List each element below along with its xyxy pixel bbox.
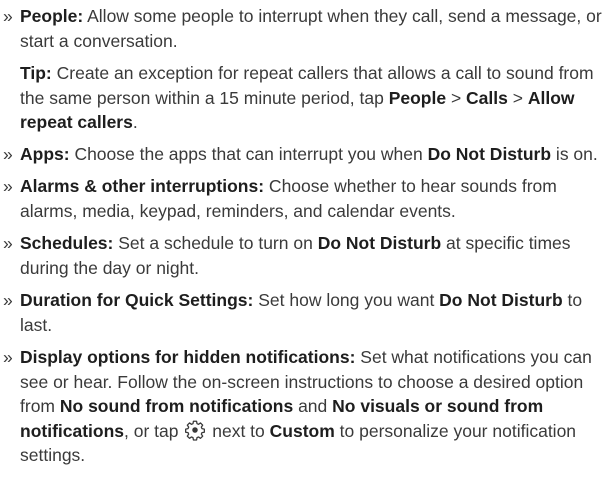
tip-separator: > bbox=[446, 87, 467, 108]
bold-custom: Custom bbox=[269, 420, 335, 441]
bold-no-sound: No sound from notifications bbox=[59, 396, 294, 416]
bullet: » bbox=[3, 176, 13, 196]
tip-paragraph: Tip: Create an exception for repeat call… bbox=[0, 61, 616, 135]
term-people: People: bbox=[20, 6, 84, 26]
document-page: » People: Allow some people to interrupt… bbox=[0, 0, 616, 477]
desc-people: Allow some people to interrupt when they… bbox=[20, 6, 602, 51]
desc-display-and: and bbox=[293, 396, 333, 416]
list-item-duration: » Duration for Quick Settings: Set how l… bbox=[0, 288, 616, 337]
term-display-options: Display options for hidden notifications… bbox=[20, 347, 356, 367]
list-item-apps: » Apps: Choose the apps that can interru… bbox=[0, 142, 616, 167]
desc-apps-end: is on. bbox=[551, 143, 598, 164]
term-alarms: Alarms & other interruptions: bbox=[20, 176, 265, 196]
bullet: » bbox=[3, 143, 13, 164]
tip-people-link: People bbox=[388, 87, 447, 108]
gear-icon bbox=[185, 420, 206, 441]
term-apps: Apps: bbox=[20, 143, 70, 164]
desc-display-next-to: next to bbox=[207, 420, 270, 441]
desc-schedules: Set a schedule to turn on bbox=[113, 233, 318, 253]
bullet: » bbox=[3, 347, 13, 367]
list-item-display-options: » Display options for hidden notificatio… bbox=[0, 345, 616, 468]
tip-separator: > bbox=[507, 87, 528, 108]
bullet: » bbox=[3, 233, 13, 253]
desc-display-tap: , or tap bbox=[124, 420, 184, 441]
list-item-people: » People: Allow some people to interrupt… bbox=[0, 4, 616, 53]
list-item-alarms: » Alarms & other interruptions: Choose w… bbox=[0, 174, 616, 223]
tip-calls-link: Calls bbox=[466, 87, 508, 108]
list-item-schedules: » Schedules: Set a schedule to turn on D… bbox=[0, 231, 616, 280]
desc-apps: Choose the apps that can interrupt you w… bbox=[69, 143, 428, 164]
tip-end: . bbox=[132, 112, 138, 132]
bold-do-not-disturb: Do Not Disturb bbox=[427, 143, 552, 164]
term-duration: Duration for Quick Settings: bbox=[20, 290, 254, 310]
desc-duration: Set how long you want bbox=[253, 290, 440, 310]
term-schedules: Schedules: bbox=[20, 233, 114, 253]
tip-label: Tip: bbox=[20, 63, 52, 83]
bullet: » bbox=[3, 6, 13, 26]
bold-do-not-disturb: Do Not Disturb bbox=[317, 233, 442, 253]
bullet: » bbox=[3, 290, 13, 310]
bold-do-not-disturb: Do Not Disturb bbox=[439, 290, 563, 310]
